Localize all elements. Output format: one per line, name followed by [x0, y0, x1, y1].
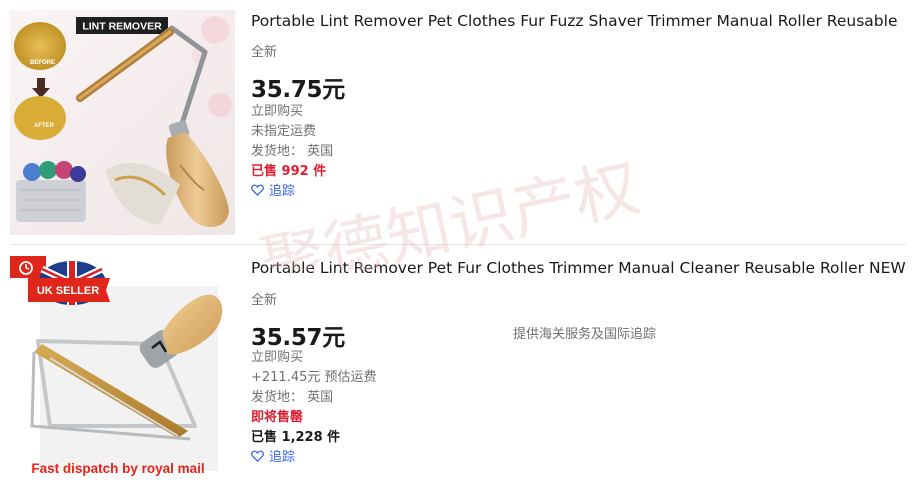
customs-note: 提供海关服务及国际追踪: [513, 327, 657, 342]
listing-title-link[interactable]: Portable Lint Remover Pet Clothes Fur Fu…: [251, 12, 898, 30]
watch-label: 追踪: [269, 184, 296, 199]
product-image[interactable]: LINT REMOVER BEFORE AFTER: [10, 10, 235, 235]
condition-label: 全新: [251, 45, 278, 60]
heart-icon: [251, 184, 264, 196]
listing-item: LINT REMOVER BEFORE AFTER Portable Lint …: [0, 0, 918, 245]
image-caption: Fast dispatch by royal mail: [31, 461, 204, 476]
shipping-cost: 未指定运费: [251, 124, 317, 139]
listing-item: UK SELLER Fast dispatch by royal mail Po…: [0, 246, 918, 490]
price: 35.75元: [251, 77, 345, 103]
watch-label: 追踪: [269, 450, 296, 465]
heart-icon: [251, 450, 264, 462]
lint-remover-photo: LINT REMOVER BEFORE AFTER: [10, 10, 235, 235]
shipping-cost: +211.45元 预估运费: [251, 370, 377, 385]
buy-format: 立即购买: [251, 104, 304, 119]
urgency-badge: 即将售罄: [251, 410, 304, 425]
buy-format: 立即购买: [251, 350, 304, 365]
watch-button[interactable]: 追踪: [251, 446, 295, 465]
condition-label: 全新: [251, 293, 278, 308]
sold-count: 已售 1,228 件: [251, 430, 341, 445]
before-label: BEFORE: [30, 60, 55, 66]
lint-remover-photo: UK SELLER Fast dispatch by royal mail: [10, 256, 235, 481]
item-location: 发货地： 英国: [251, 390, 334, 405]
watch-button[interactable]: 追踪: [251, 180, 295, 199]
after-label: AFTER: [34, 123, 55, 129]
sold-count: 已售 992 件: [251, 164, 327, 179]
product-image[interactable]: UK SELLER Fast dispatch by royal mail: [10, 256, 235, 481]
listing-title-link[interactable]: Portable Lint Remover Pet Fur Clothes Tr…: [251, 259, 906, 277]
listing-divider: [10, 244, 906, 245]
item-location: 发货地： 英国: [251, 144, 334, 159]
image-banner-text: LINT REMOVER: [82, 21, 162, 33]
image-banner-text: UK SELLER: [37, 285, 99, 297]
